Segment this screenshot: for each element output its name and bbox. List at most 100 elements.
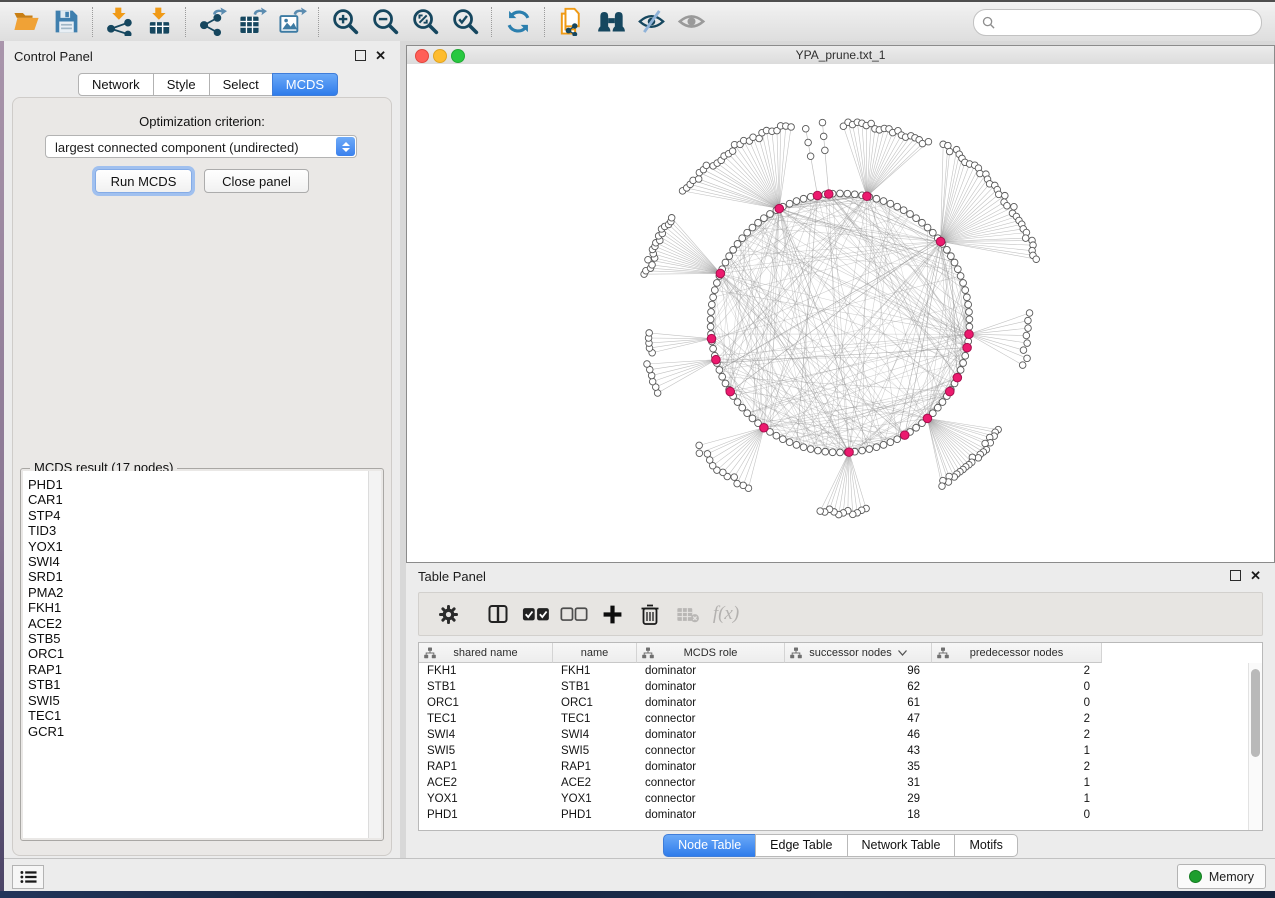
zoom-in-button[interactable]	[325, 5, 365, 39]
table-cell[interactable]: dominator	[637, 807, 785, 823]
tab-node-table[interactable]: Node Table	[663, 834, 756, 857]
mcds-result-item[interactable]: GCR1	[28, 724, 368, 739]
table-cell[interactable]: connector	[637, 711, 785, 727]
table-row[interactable]: ORC1ORC1dominator610	[419, 695, 1102, 711]
tab-motifs[interactable]: Motifs	[954, 834, 1017, 857]
table-cell[interactable]: 0	[932, 695, 1102, 711]
control-panel-close-button[interactable]: ✕	[375, 51, 386, 61]
add-column-button[interactable]	[593, 599, 631, 629]
run-mcds-button[interactable]: Run MCDS	[95, 169, 192, 193]
table-cell[interactable]: 0	[932, 807, 1102, 823]
table-cell[interactable]: 62	[785, 679, 932, 695]
table-row[interactable]: FKH1FKH1dominator962	[419, 663, 1102, 679]
tab-network-table[interactable]: Network Table	[847, 834, 956, 857]
table-cell[interactable]: YOX1	[553, 791, 637, 807]
neighbors-button[interactable]	[591, 5, 631, 39]
mcds-list-scrollbar[interactable]	[368, 471, 381, 838]
table-cell[interactable]: 31	[785, 775, 932, 791]
mcds-result-item[interactable]: TID3	[28, 523, 368, 538]
close-panel-button[interactable]: Close panel	[204, 169, 309, 193]
table-cell[interactable]: connector	[637, 743, 785, 759]
table-cell[interactable]: FKH1	[419, 663, 553, 679]
export-table-button[interactable]	[232, 5, 272, 39]
clone-network-button[interactable]	[551, 5, 591, 39]
table-cell[interactable]: YOX1	[419, 791, 553, 807]
table-cell[interactable]: 61	[785, 695, 932, 711]
mcds-result-item[interactable]: SWI4	[28, 554, 368, 569]
table-row[interactable]: PHD1PHD1dominator180	[419, 807, 1102, 823]
column-header-MCDS-role[interactable]: MCDS role	[637, 643, 785, 663]
zoom-fit-button[interactable]	[405, 5, 445, 39]
table-cell[interactable]: PHD1	[419, 807, 553, 823]
memory-button[interactable]: Memory	[1177, 864, 1266, 889]
table-row[interactable]: RAP1RAP1dominator352	[419, 759, 1102, 775]
table-cell[interactable]: 2	[932, 711, 1102, 727]
mcds-result-item[interactable]: TEC1	[28, 708, 368, 723]
search-input[interactable]	[995, 13, 1261, 33]
split-panel-button[interactable]	[479, 599, 517, 629]
table-cell[interactable]: connector	[637, 775, 785, 791]
table-cell[interactable]: 0	[932, 679, 1102, 695]
table-cell[interactable]: RAP1	[419, 759, 553, 775]
table-row[interactable]: TEC1TEC1connector472	[419, 711, 1102, 727]
column-header-predecessor-nodes[interactable]: predecessor nodes	[932, 643, 1102, 663]
table-row[interactable]: ACE2ACE2connector311	[419, 775, 1102, 791]
column-header-successor-nodes[interactable]: successor nodes	[785, 643, 932, 663]
table-cell[interactable]: RAP1	[553, 759, 637, 775]
task-history-button[interactable]	[12, 865, 44, 889]
table-cell[interactable]: TEC1	[419, 711, 553, 727]
column-header-name[interactable]: name	[553, 643, 637, 663]
mcds-result-item[interactable]: CAR1	[28, 492, 368, 507]
refresh-view-button[interactable]	[498, 5, 538, 39]
table-cell[interactable]: FKH1	[553, 663, 637, 679]
table-cell[interactable]: 18	[785, 807, 932, 823]
table-panel-float-button[interactable]	[1230, 570, 1241, 581]
table-cell[interactable]: 2	[932, 727, 1102, 743]
table-cell[interactable]: SWI4	[419, 727, 553, 743]
mcds-result-item[interactable]: STP4	[28, 508, 368, 523]
mcds-result-item[interactable]: FKH1	[28, 600, 368, 615]
export-image-button[interactable]	[272, 5, 312, 39]
table-row[interactable]: YOX1YOX1connector291	[419, 791, 1102, 807]
mcds-result-item[interactable]: RAP1	[28, 662, 368, 677]
column-header-shared-name[interactable]: shared name	[419, 643, 553, 663]
table-cell[interactable]: 35	[785, 759, 932, 775]
tab-select[interactable]: Select	[209, 73, 273, 96]
mcds-result-item[interactable]: STB5	[28, 631, 368, 646]
mcds-result-item[interactable]: PHD1	[28, 477, 368, 492]
table-cell[interactable]: 2	[932, 759, 1102, 775]
table-cell[interactable]: 29	[785, 791, 932, 807]
table-cell[interactable]: dominator	[637, 679, 785, 695]
tab-style[interactable]: Style	[153, 73, 210, 96]
table-scrollbar-track[interactable]	[1248, 663, 1262, 830]
table-cell[interactable]: 47	[785, 711, 932, 727]
table-cell[interactable]: STB1	[553, 679, 637, 695]
mcds-result-item[interactable]: ACE2	[28, 616, 368, 631]
table-cell[interactable]: 96	[785, 663, 932, 679]
close-window-light[interactable]	[415, 49, 429, 63]
table-row[interactable]: SWI4SWI4dominator462	[419, 727, 1102, 743]
birds-eye-view-button[interactable]	[671, 5, 711, 39]
deselect-all-button[interactable]	[555, 599, 593, 629]
mcds-result-item[interactable]: STB1	[28, 677, 368, 692]
table-cell[interactable]: 46	[785, 727, 932, 743]
mcds-result-item[interactable]: YOX1	[28, 539, 368, 554]
export-network-button[interactable]	[192, 5, 232, 39]
select-all-button[interactable]	[517, 599, 555, 629]
table-cell[interactable]: TEC1	[553, 711, 637, 727]
mcds-result-item[interactable]: PMA2	[28, 585, 368, 600]
import-table-button[interactable]	[139, 5, 179, 39]
minimize-window-light[interactable]	[433, 49, 447, 63]
table-cell[interactable]: ORC1	[419, 695, 553, 711]
optimization-criterion-select[interactable]: largest connected component (undirected)	[45, 135, 357, 158]
table-cell[interactable]: 1	[932, 791, 1102, 807]
table-cell[interactable]: ACE2	[419, 775, 553, 791]
table-cell[interactable]: dominator	[637, 695, 785, 711]
table-row[interactable]: SWI5SWI5connector431	[419, 743, 1102, 759]
table-cell[interactable]: connector	[637, 791, 785, 807]
save-session-button[interactable]	[46, 5, 86, 39]
open-session-button[interactable]	[6, 5, 46, 39]
table-cell[interactable]: dominator	[637, 663, 785, 679]
table-cell[interactable]: 1	[932, 775, 1102, 791]
table-cell[interactable]: 43	[785, 743, 932, 759]
